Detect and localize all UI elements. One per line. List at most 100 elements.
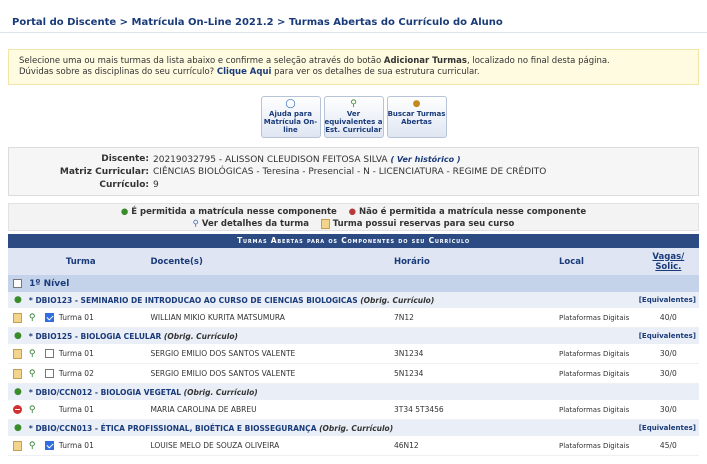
turma-cell: Turma 01 (43, 344, 150, 364)
notice-text: Selecione uma ou mais turmas da lista ab… (19, 56, 384, 66)
table-row: ⚲ Turma 01 LOUISE MELO DE SOUZA OLIVEIRA 46… (8, 436, 699, 456)
help-button-label: Ajuda para Matrícula On-line (263, 110, 318, 134)
help-icon: ◯ (285, 99, 296, 109)
local-cell: Plataformas Digitais (557, 308, 638, 328)
equivalentes-cell: [Equivalentes] (637, 292, 699, 308)
component-obrig: (Obrig. Currículo) (360, 295, 435, 305)
nivel-label: 1º Nível (29, 278, 70, 289)
vagas-cell: 40/0 (637, 308, 699, 328)
row-status-cell (8, 436, 28, 456)
curriculo-label: Currículo: (99, 180, 149, 190)
reserved-icon (13, 348, 23, 359)
col-turma: Turma (43, 248, 150, 275)
component-title-cell[interactable]: * DBIO/CCN013 - ÉTICA PROFISSIONAL, BIOÉ… (27, 419, 638, 436)
table-caption: Turmas Abertas para os Componentes do se… (8, 234, 699, 248)
turma-label: Turma 01 (58, 440, 94, 450)
col-horario: Horário (392, 248, 558, 275)
turma-checkbox[interactable] (44, 369, 54, 379)
col-docente: Docente(s) (149, 248, 393, 275)
legend-not-allowed: Não é permitida a matrícula nesse compon… (359, 207, 587, 217)
turma-checkbox[interactable] (44, 349, 54, 359)
buscar-turmas-button[interactable]: ● Buscar Turmas Abertas (386, 96, 447, 138)
turma-cell: Turma 01 (43, 436, 150, 456)
turma-checkbox[interactable] (44, 441, 54, 451)
equivalentes-link[interactable]: [Equivalentes] (639, 296, 696, 304)
equivalentes-cell (637, 383, 699, 400)
row-status-cell (8, 400, 28, 420)
component-status-cell: ● (8, 419, 28, 436)
nivel-checkbox[interactable] (13, 278, 22, 288)
component-row: ● * DBIO/CCN012 - BIOLOGIA VEGETAL (Obrig… (8, 383, 699, 400)
notice-bold: Adicionar Turmas (383, 56, 467, 66)
details-cell: ⚲ (27, 308, 44, 328)
reserved-icon (13, 312, 23, 323)
component-status-cell: ● (8, 327, 28, 344)
component-status-cell: ● (8, 292, 28, 308)
vagas-cell: 30/0 (637, 344, 699, 364)
equivalentes-link[interactable]: [Equivalentes] (639, 424, 696, 432)
docente-cell: WILLIAN MIKIO KURITA MATSUMURA (149, 308, 393, 328)
details-icon[interactable]: ⚲ (29, 405, 36, 415)
component-title-cell[interactable]: * DBIO123 - SEMINARIO DE INTRODUCAO AO C… (27, 292, 638, 308)
details-icon[interactable]: ⚲ (29, 349, 36, 359)
turma-label: Turma 01 (58, 405, 94, 414)
allowed-icon: ● (14, 295, 22, 305)
page: Portal do Discente > Matrícula On-Line 2… (0, 0, 707, 464)
row-status-cell (8, 363, 28, 384)
action-buttons: ◯ Ajuda para Matrícula On-line ⚲ Ver equ… (0, 96, 707, 138)
curriculo-value: 9 (153, 180, 159, 190)
turma-label: Turma 01 (58, 348, 94, 358)
details-cell: ⚲ (27, 363, 44, 384)
col-local: Local (557, 248, 638, 275)
col-vagas: Vagas/ Solic. (637, 248, 699, 275)
allowed-icon: ● (14, 387, 22, 397)
component-title[interactable]: * DBIO123 - SEMINARIO DE INTRODUCAO AO C… (29, 296, 360, 305)
matriz-label: Matriz Curricular: (59, 167, 149, 177)
details-icon[interactable]: ⚲ (29, 313, 36, 323)
details-icon[interactable]: ⚲ (29, 369, 36, 379)
table-row: ⚲ Turma 01 MARIA CAROLINA DE ABREU 3T34 5T3… (8, 400, 699, 420)
table-row: ⚲ Turma 02 SERGIO EMILIO DOS SANTOS VALENT… (8, 363, 699, 384)
equivalentes-link[interactable]: [Equivalentes] (639, 332, 696, 340)
docente-cell: SERGIO EMILIO DOS SANTOS VALENTE (149, 344, 393, 364)
component-title[interactable]: * DBIO125 - BIOLOGIA CELULAR (29, 332, 164, 341)
docente-cell: SERGIO EMILIO DOS SANTOS VALENTE (149, 363, 393, 384)
component-row: ● * DBIO/CCN013 - ÉTICA PROFISSIONAL, BIO… (8, 419, 699, 436)
notice-text: Dúvidas sobre as disciplinas do seu curr… (19, 67, 217, 77)
turma-label: Turma 02 (58, 368, 94, 378)
ver-historico-link[interactable]: Ver histórico (397, 155, 454, 164)
discente-value: 20219032795 - ALISSON CLEUDISON FEITOSA … (153, 155, 461, 165)
horario-cell: 3N1234 (392, 344, 558, 364)
legend-allowed: É permitida a matrícula nesse componente (131, 207, 337, 217)
details-icon: ⚲ (192, 219, 199, 229)
equivalentes-button[interactable]: ⚲ Ver equivalentes a Est. Curricular (323, 96, 384, 138)
help-button[interactable]: ◯ Ajuda para Matrícula On-line (260, 96, 321, 138)
legend-reserved: Turma possui reservas para seu curso (332, 219, 515, 229)
row-status-cell (8, 344, 28, 364)
local-cell: Plataformas Digitais (557, 344, 638, 364)
discente-label: Discente: (101, 154, 149, 164)
clique-aqui-link[interactable]: Clique Aqui (217, 67, 272, 77)
notice-text: para ver os detalhes de sua estrutura cu… (271, 67, 480, 77)
turma-checkbox[interactable] (44, 313, 54, 323)
details-icon[interactable]: ⚲ (29, 441, 36, 451)
horario-cell: 7N12 (392, 308, 558, 328)
component-title[interactable]: * DBIO/CCN013 - ÉTICA PROFISSIONAL, BIOÉ… (29, 424, 319, 433)
nivel-row: 1º Nível (8, 275, 699, 292)
breadcrumb: Portal do Discente > Matrícula On-Line 2… (0, 15, 707, 33)
local-cell: Plataformas Digitais (557, 363, 638, 384)
horario-cell: 5N1234 (392, 363, 558, 384)
component-title[interactable]: * DBIO/CCN012 - BIOLOGIA VEGETAL (29, 388, 184, 397)
local-cell: Plataformas Digitais (557, 400, 638, 420)
table-row: ⚲ Turma 01 WILLIAN MIKIO KURITA MATSUMURA 7… (8, 308, 699, 328)
student-info: Discente: 20219032795 - ALISSON CLEUDISO… (8, 147, 699, 196)
vagas-cell: 30/0 (637, 363, 699, 384)
component-obrig: (Obrig. Currículo) (163, 331, 238, 341)
matriz-value: CIÊNCIAS BIOLÓGICAS - Teresina - Presenc… (153, 167, 547, 177)
allowed-icon: ● (14, 331, 22, 341)
row-status-cell (8, 308, 28, 328)
blocked-icon (13, 405, 23, 415)
details-cell: ⚲ (27, 344, 44, 364)
component-title-cell[interactable]: * DBIO/CCN012 - BIOLOGIA VEGETAL (Obrig.… (27, 383, 638, 400)
component-title-cell[interactable]: * DBIO125 - BIOLOGIA CELULAR (Obrig. Cur… (27, 327, 638, 344)
